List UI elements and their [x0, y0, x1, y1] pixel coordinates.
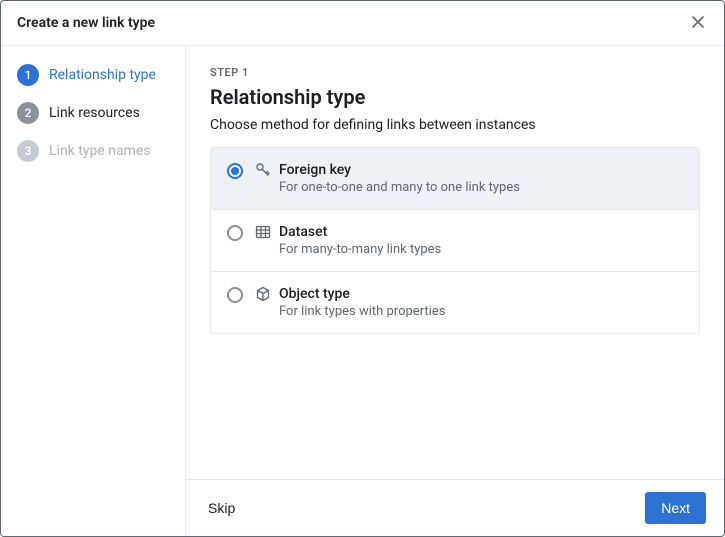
dialog-header: Create a new link type: [1, 1, 724, 46]
dialog-title: Create a new link type: [17, 15, 155, 31]
option-title: Object type: [279, 286, 350, 302]
main-panel: STEP 1 Relationship type Choose method f…: [186, 46, 724, 536]
option-title: Dataset: [279, 224, 327, 240]
step-label: Link resources: [49, 105, 140, 121]
page-description: Choose method for defining links between…: [210, 117, 700, 133]
option-subtitle: For link types with properties: [279, 304, 683, 319]
key-icon: [255, 162, 271, 178]
sidebar-step-link-type-names[interactable]: 3 Link type names: [1, 132, 185, 170]
step-badge: 2: [17, 102, 39, 124]
main-content: STEP 1 Relationship type Choose method f…: [186, 46, 724, 479]
skip-button[interactable]: Skip: [204, 494, 239, 522]
step-badge: 3: [17, 140, 39, 162]
step-eyebrow: STEP 1: [210, 66, 700, 79]
option-dataset[interactable]: Dataset For many-to-many link types: [211, 209, 699, 271]
step-label: Relationship type: [49, 67, 156, 83]
option-foreign-key[interactable]: Foreign key For one-to-one and many to o…: [211, 148, 699, 209]
step-label: Link type names: [49, 143, 150, 159]
close-icon: [691, 15, 705, 32]
option-object-type[interactable]: Object type For link types with properti…: [211, 271, 699, 333]
wizard-sidebar: 1 Relationship type 2 Link resources 3 L…: [1, 46, 186, 536]
dataset-icon: [255, 224, 271, 240]
create-link-type-dialog: Create a new link type 1 Relationship ty…: [0, 0, 725, 537]
page-title: Relationship type: [210, 85, 700, 109]
option-title: Foreign key: [279, 162, 351, 178]
sidebar-step-link-resources[interactable]: 2 Link resources: [1, 94, 185, 132]
dialog-body: 1 Relationship type 2 Link resources 3 L…: [1, 46, 724, 536]
radio-input[interactable]: [227, 225, 243, 241]
next-button[interactable]: Next: [645, 492, 706, 524]
radio-input[interactable]: [227, 163, 243, 179]
option-subtitle: For one-to-one and many to one link type…: [279, 180, 683, 195]
dialog-footer: Skip Next: [186, 479, 724, 536]
close-button[interactable]: [688, 13, 708, 33]
radio-input[interactable]: [227, 287, 243, 303]
option-subtitle: For many-to-many link types: [279, 242, 683, 257]
step-badge: 1: [17, 64, 39, 86]
relationship-type-options: Foreign key For one-to-one and many to o…: [210, 147, 700, 334]
object-type-icon: [255, 286, 271, 302]
sidebar-step-relationship-type[interactable]: 1 Relationship type: [1, 56, 185, 94]
